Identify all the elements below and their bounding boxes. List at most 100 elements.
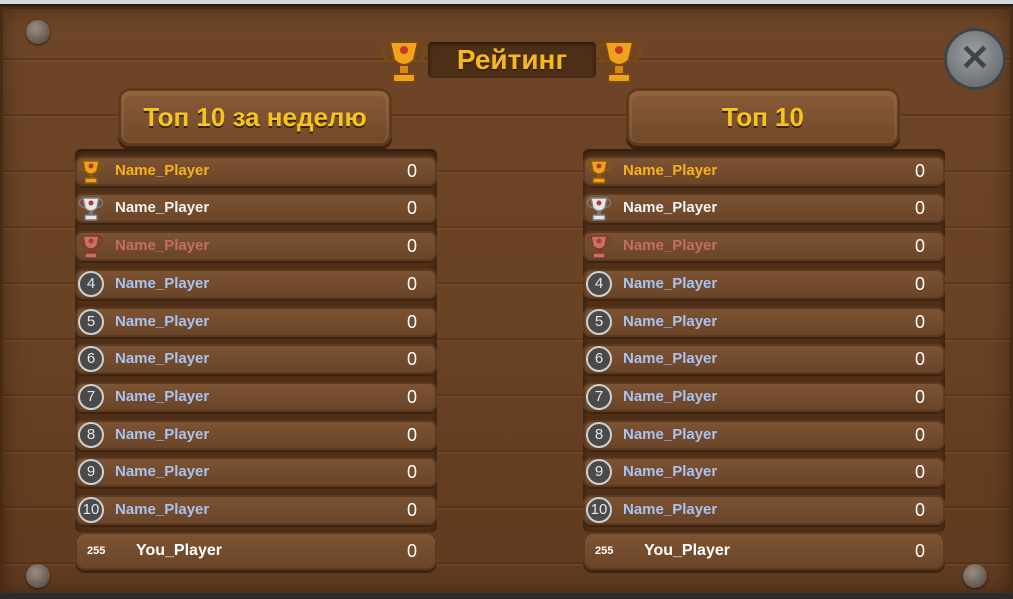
leaderboard-row[interactable]: 4 Name_Player 0 [583,269,945,299]
player-score: 0 [406,274,417,294]
you-score: 0 [914,541,925,561]
rank-badge: 7 [586,384,612,410]
player-score: 0 [406,387,417,407]
player-name: Name_Player [623,501,718,518]
bronze-trophy-icon [586,235,612,259]
player-name: Name_Player [115,313,210,330]
leaderboard-row[interactable]: 4 Name_Player 0 [75,269,437,299]
player-score: 0 [406,161,417,181]
player-name: Name_Player [115,162,210,179]
leaderboard-row[interactable]: 5 Name_Player 0 [583,307,945,337]
leaderboard-row[interactable]: Name_Player 0 [75,193,437,223]
leaderboard-row[interactable]: 7 Name_Player 0 [583,382,945,412]
player-score: 0 [914,312,925,332]
gold-trophy-icon [78,160,104,184]
player-name: Name_Player [623,350,718,367]
player-name: Name_Player [623,237,718,254]
silver-trophy-icon [586,197,612,221]
page-title: Рейтинг [456,44,568,75]
all-time-top-title: Топ 10 [722,102,804,132]
rank-badge: 5 [586,309,612,335]
player-name: Name_Player [115,463,210,480]
close-button[interactable]: ✕ [944,28,1006,90]
window-bottom-edge [0,593,1013,599]
rank-badge: 7 [78,384,104,410]
weekly-top-header: Топ 10 за неделю [118,88,392,146]
player-score: 0 [914,387,925,407]
bronze-trophy-icon [78,235,104,259]
rank-badge: 10 [78,497,104,523]
player-name: Name_Player [115,237,210,254]
leaderboard-row[interactable]: 9 Name_Player 0 [583,457,945,487]
rivet-bottom-right [963,564,987,588]
trophy-right-icon [596,41,642,83]
player-name: Name_Player [623,388,718,405]
rank-badge: 9 [586,459,612,485]
rivet-top-left [26,20,50,44]
leaderboard-row[interactable]: 5 Name_Player 0 [75,307,437,337]
player-score: 0 [406,198,417,218]
player-score: 0 [914,425,925,445]
you-score: 0 [406,541,417,561]
you-row-all-time[interactable]: 255 You_Player 0 [583,532,945,570]
weekly-top-title: Топ 10 за неделю [143,102,367,132]
rank-badge: 6 [586,346,612,372]
player-score: 0 [914,236,925,256]
leaderboard-row[interactable]: Name_Player 0 [75,231,437,261]
leaderboard-row[interactable]: Name_Player 0 [583,193,945,223]
rank-badge: 6 [78,346,104,372]
silver-trophy-icon [78,197,104,221]
player-name: Name_Player [623,313,718,330]
player-score: 0 [406,312,417,332]
gold-trophy-icon [586,160,612,184]
player-score: 0 [406,349,417,369]
leaderboard-row[interactable]: Name_Player 0 [75,156,437,186]
you-name: You_Player [136,542,222,559]
leaderboard-row[interactable]: 8 Name_Player 0 [583,420,945,450]
player-name: Name_Player [115,426,210,443]
close-icon: ✕ [959,37,991,78]
rank-badge: 4 [78,271,104,297]
title-plaque: Рейтинг [380,36,645,86]
player-score: 0 [914,349,925,369]
leaderboard-row[interactable]: 7 Name_Player 0 [75,382,437,412]
player-score: 0 [914,500,925,520]
player-name: Name_Player [115,350,210,367]
player-name: Name_Player [115,199,210,216]
leaderboard-row[interactable]: 10 Name_Player 0 [75,495,437,525]
leaderboard-row[interactable]: 8 Name_Player 0 [75,420,437,450]
player-score: 0 [406,462,417,482]
player-score: 0 [406,500,417,520]
player-name: Name_Player [115,275,210,292]
leaderboard-row[interactable]: 6 Name_Player 0 [583,344,945,374]
leaderboard-row[interactable]: 6 Name_Player 0 [75,344,437,374]
rank-badge: 8 [586,422,612,448]
all-time-top-header: Топ 10 [626,88,900,146]
player-name: Name_Player [115,501,210,518]
rivet-bottom-left [26,564,50,588]
player-score: 0 [914,274,925,294]
player-score: 0 [914,462,925,482]
player-name: Name_Player [623,162,718,179]
player-score: 0 [914,161,925,181]
rank-badge: 9 [78,459,104,485]
player-name: Name_Player [115,388,210,405]
leaderboard-row[interactable]: Name_Player 0 [583,231,945,261]
player-name: Name_Player [623,275,718,292]
player-name: Name_Player [623,199,718,216]
rank-badge: 5 [78,309,104,335]
trophy-left-icon [381,41,427,83]
leaderboard-row[interactable]: 10 Name_Player 0 [583,495,945,525]
leaderboard-row[interactable]: 9 Name_Player 0 [75,457,437,487]
you-row-weekly[interactable]: 255 You_Player 0 [75,532,437,570]
player-score: 0 [406,236,417,256]
you-rank: 255 [87,545,106,557]
player-score: 0 [406,425,417,445]
player-score: 0 [914,198,925,218]
player-name: Name_Player [623,463,718,480]
player-name: Name_Player [623,426,718,443]
you-name: You_Player [644,542,730,559]
you-rank: 255 [595,545,614,557]
rating-board: Рейтинг ✕ Топ 10 за неделю Топ 10 Name_P… [0,4,1013,597]
leaderboard-row[interactable]: Name_Player 0 [583,156,945,186]
